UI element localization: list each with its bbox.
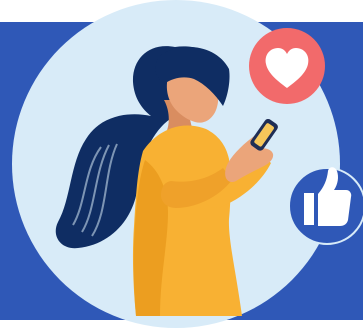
thumbs-up-badge — [288, 167, 363, 245]
heart-badge — [249, 28, 325, 104]
illustration-svg — [0, 0, 363, 328]
social-media-illustration — [0, 0, 363, 329]
